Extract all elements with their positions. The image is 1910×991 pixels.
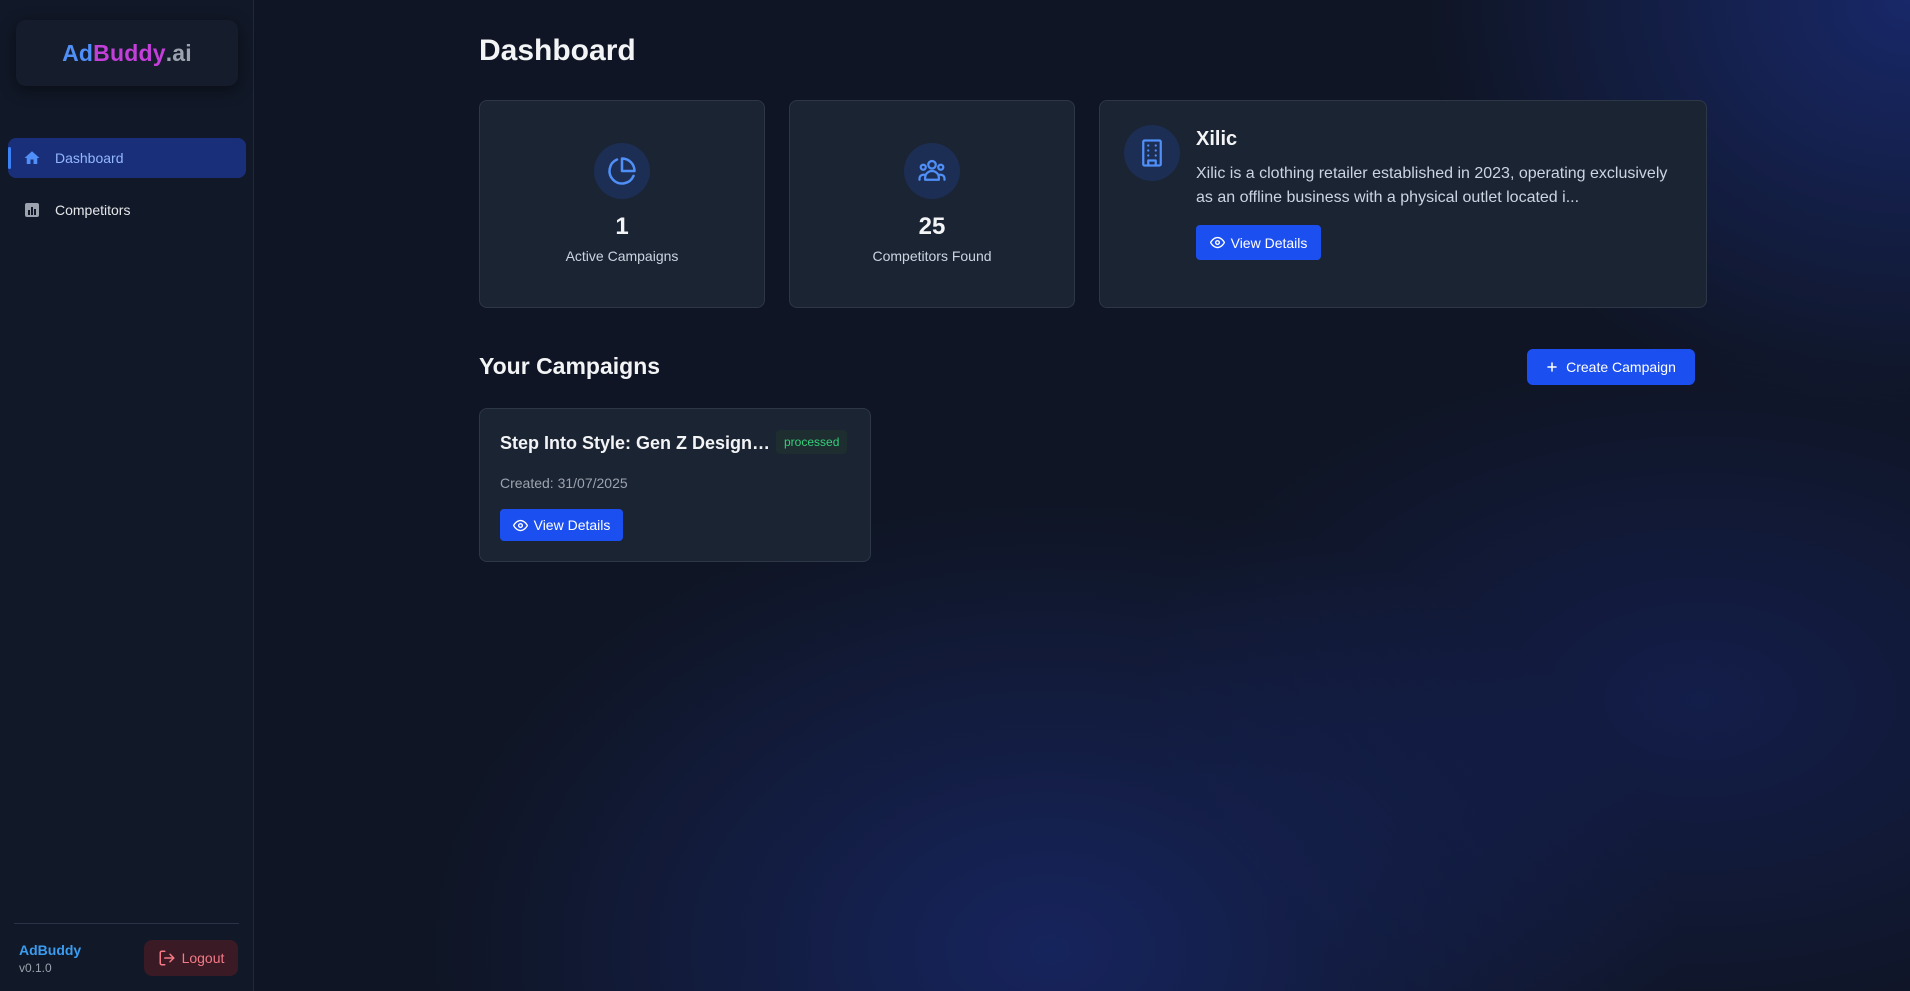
logout-label: Logout [181, 950, 225, 966]
app-version: v0.1.0 [19, 961, 52, 975]
button-label: View Details [533, 517, 611, 533]
home-icon [22, 148, 42, 168]
stat-card-competitors-found: 25 Competitors Found [789, 100, 1075, 308]
campaign-created-date: Created: 31/07/2025 [500, 475, 628, 491]
users-icon [904, 143, 960, 199]
bar-chart-icon [22, 200, 42, 220]
button-label: Create Campaign [1566, 359, 1676, 375]
create-campaign-button[interactable]: Create Campaign [1527, 349, 1695, 385]
building-icon [1124, 125, 1180, 181]
campaign-view-details-button[interactable]: View Details [500, 509, 623, 541]
logo-text-buddy: Buddy [93, 39, 166, 66]
stat-label: Active Campaigns [565, 248, 679, 264]
pie-chart-icon [594, 143, 650, 199]
logo[interactable]: Ad Buddy .ai [16, 20, 238, 86]
company-card: Xilic Xilic is a clothing retailer estab… [1099, 100, 1707, 308]
logo-text-ai: .ai [165, 39, 192, 66]
company-description: Xilic is a clothing retailer established… [1196, 165, 1668, 206]
sidebar-item-dashboard[interactable]: Dashboard [8, 138, 246, 178]
company-view-details-button[interactable]: View Details [1196, 225, 1321, 260]
sidebar-item-label: Dashboard [55, 150, 124, 166]
plus-icon [1546, 361, 1558, 373]
stat-card-active-campaigns: 1 Active Campaigns [479, 100, 765, 308]
page-title: Dashboard [479, 34, 636, 67]
company-name: Xilic [1196, 128, 1238, 150]
logout-button[interactable]: Logout [144, 940, 238, 976]
sidebar-item-competitors[interactable]: Competitors [8, 190, 246, 230]
sidebar: Ad Buddy .ai Dashboard Competitors AdBuddy… [0, 0, 254, 991]
stat-value: 25 [918, 213, 946, 240]
campaign-title: Step Into Style: Gen Z Designer... [500, 433, 772, 453]
eye-icon [512, 518, 528, 533]
section-title-campaigns: Your Campaigns [479, 353, 661, 379]
app-name: AdBuddy [19, 942, 82, 958]
stat-value: 1 [615, 213, 629, 240]
status-badge: processed [776, 430, 848, 454]
sidebar-item-label: Competitors [55, 202, 131, 218]
logo-text-ad: Ad [62, 39, 94, 66]
campaign-card: Step Into Style: Gen Z Designer... proce… [479, 408, 871, 562]
main-content: Dashboard 1 Active Campaigns 25 Competit… [255, 0, 1910, 991]
stat-label: Competitors Found [872, 248, 992, 264]
eye-icon [1209, 235, 1225, 250]
sidebar-divider [14, 923, 239, 924]
logout-icon [158, 949, 176, 967]
button-label: View Details [1230, 234, 1308, 251]
